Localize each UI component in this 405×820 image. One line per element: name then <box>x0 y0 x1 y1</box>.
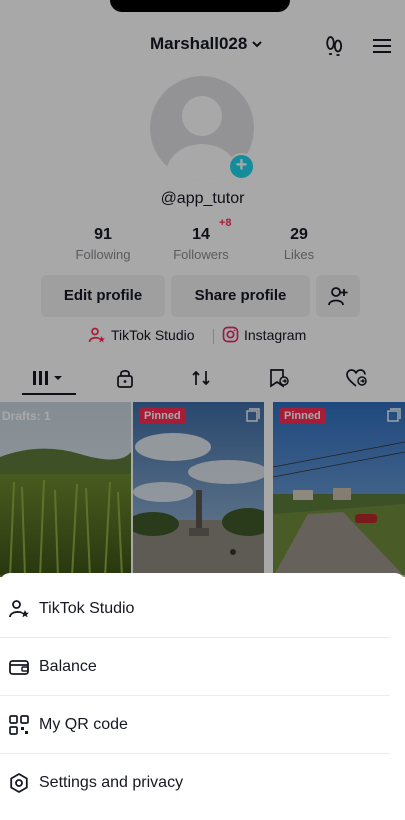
menu-item-tiktok-studio[interactable]: TikTok Studio <box>0 580 405 638</box>
device-notch <box>110 0 290 12</box>
studio-icon <box>8 598 30 620</box>
qr-code-icon <box>8 714 30 736</box>
menu-item-label: TikTok Studio <box>39 600 135 617</box>
menu-item-balance[interactable]: Balance <box>0 638 405 696</box>
menu-item-qr-code[interactable]: My QR code <box>0 696 405 754</box>
gear-icon <box>8 772 30 794</box>
profile-menu-sheet: TikTok Studio Balance My QR code Setting… <box>0 573 405 820</box>
wallet-icon <box>8 656 30 678</box>
menu-item-label: Balance <box>39 658 97 675</box>
menu-item-label: Settings and privacy <box>39 774 184 791</box>
menu-item-settings-privacy[interactable]: Settings and privacy <box>0 754 405 812</box>
menu-item-label: My QR code <box>39 716 128 733</box>
modal-backdrop[interactable] <box>0 0 405 575</box>
